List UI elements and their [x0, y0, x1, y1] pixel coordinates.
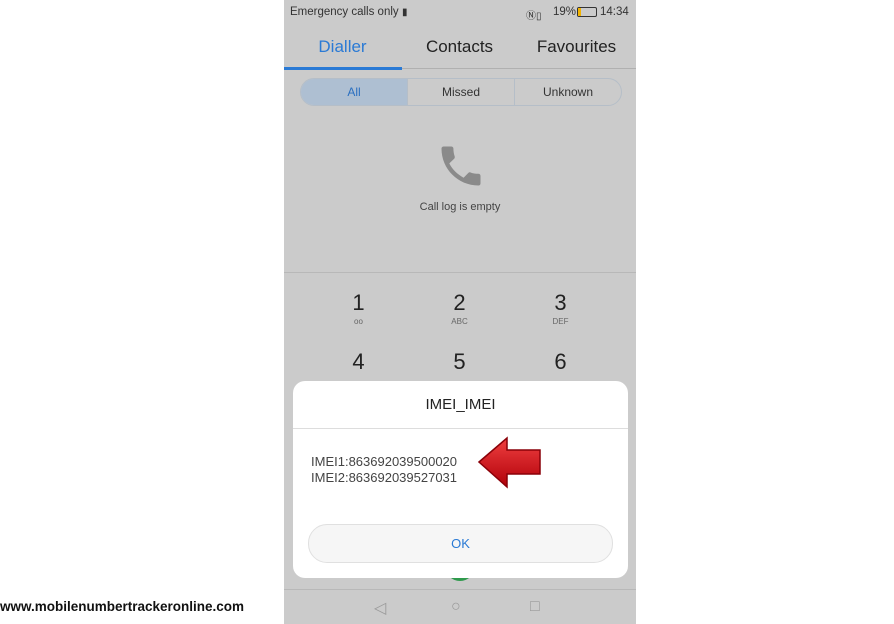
carrier-text: Emergency calls only [290, 6, 399, 18]
filter-missed[interactable]: Missed [407, 79, 514, 105]
imei1-text: IMEI1:863692039500020 [311, 454, 458, 469]
recents-icon[interactable]: □ [530, 598, 540, 616]
voicemail-icon: oo [354, 317, 363, 326]
imei2-text: IMEI2:863692039527031 [311, 470, 458, 485]
dialog-divider [293, 428, 628, 429]
imei-dialog: IMEI_IMEI IMEI1:863692039500020 IMEI2:86… [293, 381, 628, 578]
call-filter: All Missed Unknown [300, 78, 622, 106]
nfc-icon: Ⓝ▯ [526, 11, 542, 22]
watermark-text: www.mobilenumbertrackeronline.com [0, 599, 245, 614]
nav-divider [284, 589, 636, 590]
sim-icon: ▮ [402, 7, 408, 18]
key-3[interactable]: 3 DEF [502, 290, 619, 326]
battery-percent: 19% [553, 6, 577, 18]
filter-unknown[interactable]: Unknown [514, 79, 621, 105]
empty-log-text: Call log is empty [419, 201, 501, 213]
back-icon[interactable]: ◁ [374, 598, 386, 618]
tab-dialler[interactable]: Dialler [284, 37, 401, 57]
key-6[interactable]: 6 [502, 349, 619, 375]
keypad-divider [284, 272, 636, 273]
red-arrow-icon [477, 436, 541, 489]
home-icon[interactable]: ○ [451, 598, 461, 616]
dialog-title: IMEI_IMEI [425, 396, 496, 413]
key-4[interactable]: 4 [300, 349, 417, 375]
key-1[interactable]: 1 oo [300, 290, 417, 326]
phone-icon [441, 146, 481, 186]
filter-all[interactable]: All [301, 79, 407, 105]
key-2[interactable]: 2 ABC [401, 290, 518, 326]
phone-screen: Emergency calls only ▮ Ⓝ▯ 19% 14:34 Dial… [284, 0, 636, 624]
tab-contacts[interactable]: Contacts [401, 37, 518, 57]
tab-favourites[interactable]: Favourites [518, 37, 635, 57]
tab-indicator [284, 67, 402, 70]
clock: 14:34 [600, 6, 629, 18]
ok-button[interactable]: OK [308, 524, 613, 563]
battery-icon [577, 7, 597, 17]
key-5[interactable]: 5 [401, 349, 518, 375]
